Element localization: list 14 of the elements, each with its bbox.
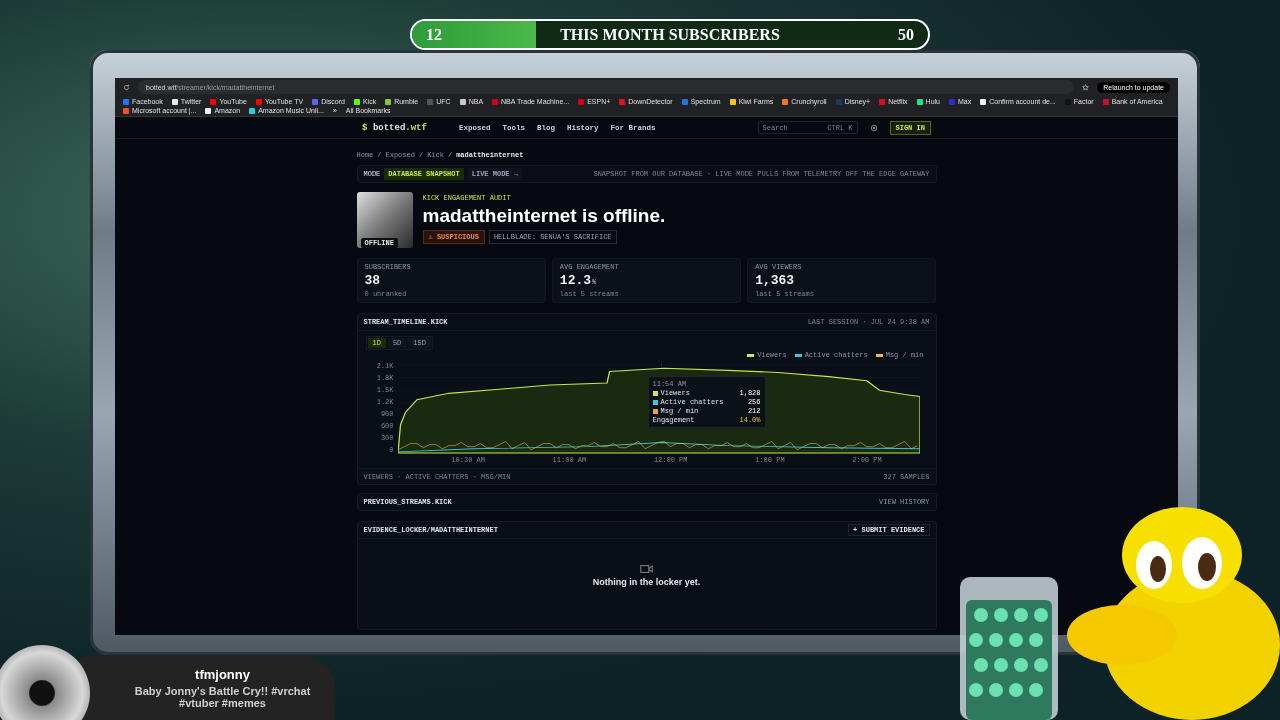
site-logo[interactable]: $ botted.wtf [362,122,427,133]
video-camera-icon [640,565,653,573]
empty-message: Nothing in the locker yet. [592,577,701,587]
star-icon[interactable] [1082,83,1090,91]
goal-current: 12 [426,25,442,44]
stat-value: 38 [364,273,382,288]
settings-icon[interactable] [869,123,878,132]
channel-name: tfmjonny [195,666,250,682]
page-title: madattheinternet is offline. [422,205,666,227]
stat-value: 1,363 [755,273,796,288]
stream-title: Baby Jonny's Battle Cry!! #vrchat #vtuber #memes [133,684,312,710]
reload-icon[interactable] [123,83,130,91]
goal-target: 50 [898,25,914,44]
goal-title: THIS MONTH SUBSCRIBERS [559,25,781,44]
